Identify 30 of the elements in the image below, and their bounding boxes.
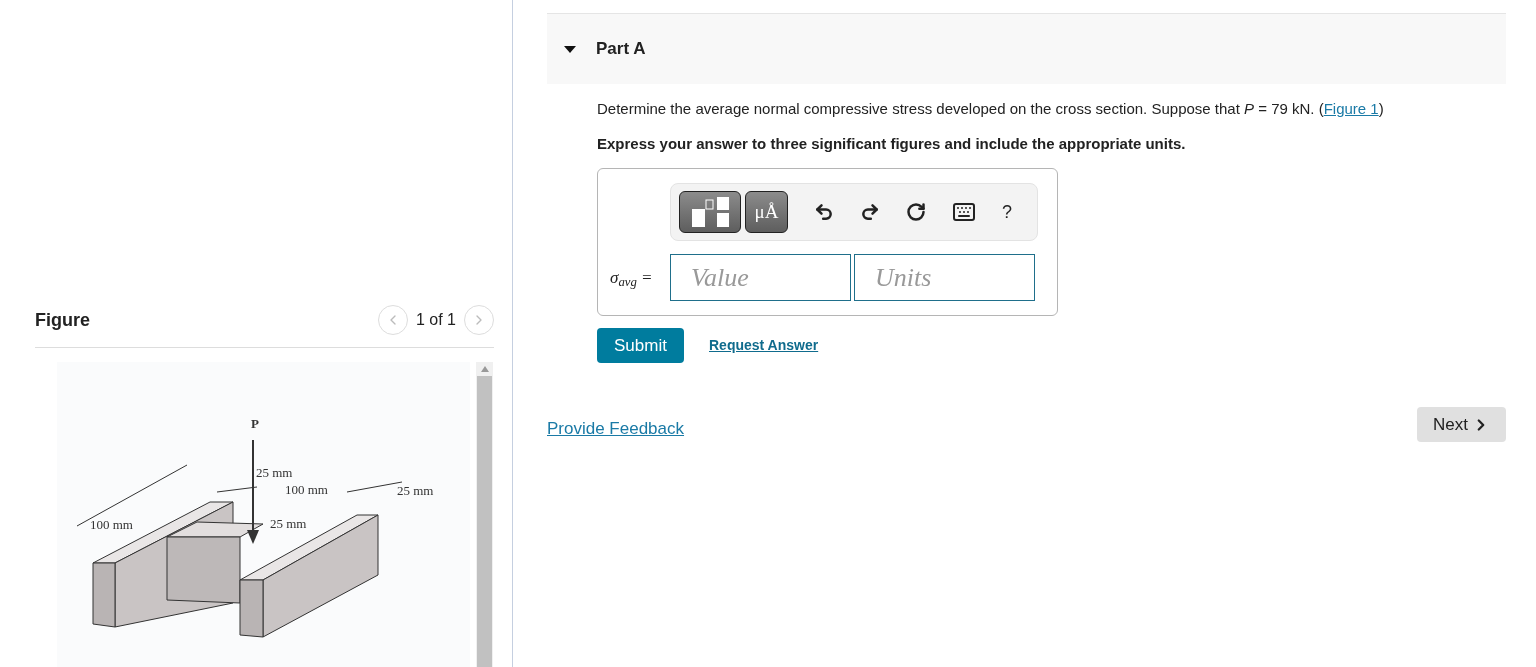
keyboard-icon[interactable] — [952, 200, 976, 224]
dimension-label: 100 mm — [285, 482, 328, 497]
dimension-label: P — [251, 416, 259, 431]
scrollbar[interactable] — [476, 362, 493, 667]
value-field[interactable]: Value — [670, 254, 851, 301]
leader-line — [216, 486, 258, 493]
sigma-label: σ$_{avg}$ = — [610, 266, 654, 291]
undo-icon[interactable] — [814, 202, 834, 222]
part-title: Part A — [596, 38, 646, 61]
help-button[interactable]: ? — [1002, 198, 1012, 226]
dimension-label: 100 mm — [90, 517, 133, 532]
page-indicator: 1 of 1 — [415, 310, 456, 330]
feedback-link[interactable]: Provide Feedback — [547, 416, 685, 442]
submit-button[interactable]: Submit — [597, 328, 684, 363]
question-text: Determine the average normal compressive stress developed on the cross section. Suppose that P = 79 kN. (Figure 1) — [597, 99, 1385, 119]
dimension-label: 25 mm — [270, 516, 307, 531]
units-field[interactable]: Units — [854, 254, 1035, 301]
reset-icon[interactable] — [906, 202, 926, 222]
request-answer-link[interactable]: Request Answer — [709, 335, 819, 356]
dimension-label: 25 mm — [256, 465, 293, 480]
redo-icon[interactable] — [860, 202, 880, 222]
next-button[interactable]: Next — [1417, 407, 1506, 442]
figure-title: Figure — [35, 309, 90, 332]
instruction-text: Express your answer to three significant figures and include the appropriate units. — [597, 133, 1187, 154]
fraction-template-icon — [690, 196, 730, 228]
units-button[interactable]: μÅ — [745, 191, 788, 233]
dimension-label: 25 mm — [397, 483, 434, 498]
part-header[interactable]: Part A — [547, 13, 1506, 84]
fraction-template-button[interactable] — [679, 191, 741, 233]
figure-link[interactable]: Figure 1 — [1323, 100, 1379, 117]
